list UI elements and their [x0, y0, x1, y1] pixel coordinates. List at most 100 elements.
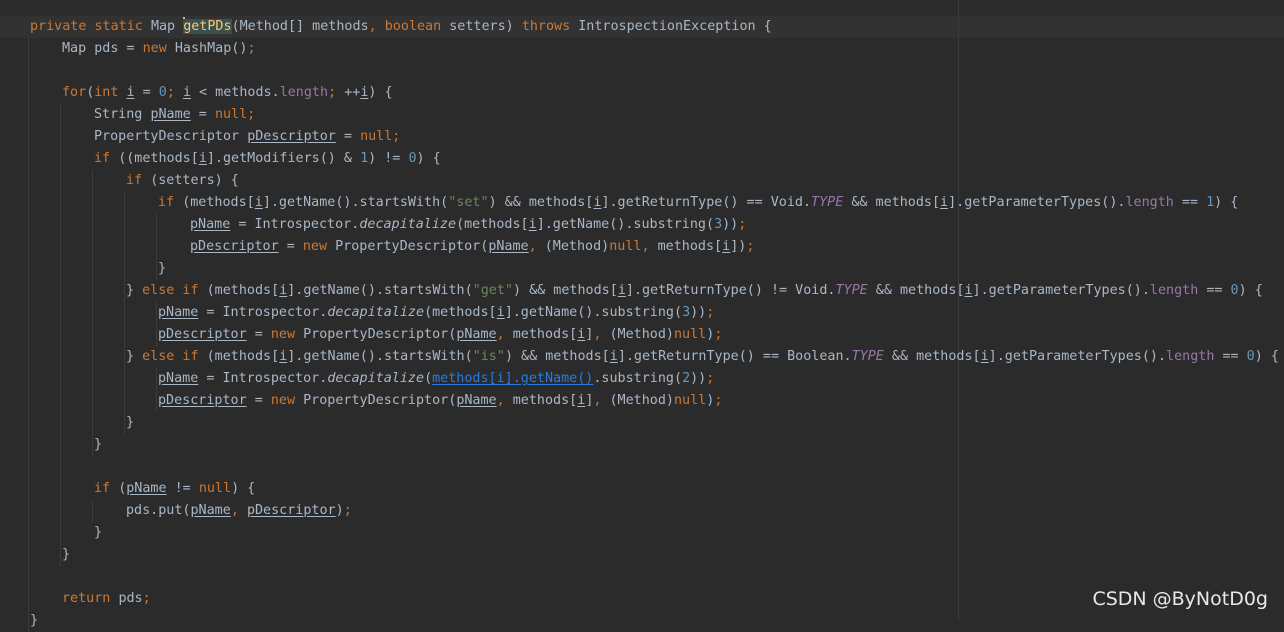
- code-token: ;: [706, 371, 715, 386]
- code-token: ) && methods[: [513, 283, 618, 298]
- code-token: < methods.: [191, 85, 280, 100]
- code-token: throws: [521, 19, 579, 34]
- code-token: "set": [448, 195, 489, 210]
- code-token: null;: [214, 107, 256, 122]
- code-token: =: [134, 85, 159, 100]
- code-token: i: [254, 195, 263, 210]
- code-token: }: [94, 437, 103, 452]
- code-token: , boolean: [368, 19, 450, 34]
- code-token: (methods[: [182, 195, 255, 210]
- code-token: (: [424, 371, 433, 386]
- code-line: for(int i = 0; i < methods.length; ++i) …: [62, 82, 393, 104]
- code-token: for: [62, 85, 87, 100]
- code-token: =: [335, 129, 361, 144]
- code-token: 3: [714, 217, 723, 232]
- code-line: }: [94, 434, 102, 456]
- code-token: ]): [730, 239, 747, 254]
- code-token: }: [30, 613, 39, 628]
- code-token: pName: [456, 327, 497, 342]
- code-token: setters): [449, 19, 522, 34]
- code-token: return: [62, 591, 119, 606]
- code-token: && methods[: [883, 349, 981, 364]
- code-line: pName = Introspector.decapitalize(method…: [190, 214, 746, 236]
- code-token: pDescriptor: [158, 327, 247, 342]
- code-line: if (pName != null) {: [94, 478, 255, 500]
- indent-guide: [92, 170, 93, 456]
- code-token: ,: [593, 327, 610, 342]
- code-token: null: [198, 481, 232, 496]
- code-token: decapitalize: [327, 305, 425, 320]
- indent-guide: [156, 214, 157, 280]
- code-token: }: [158, 261, 167, 276]
- code-token: ) && methods[: [504, 349, 610, 364]
- indent-guide: [28, 38, 29, 632]
- code-token: ) {: [1238, 283, 1263, 298]
- code-token: length: [1166, 349, 1215, 364]
- code-token: null: [674, 393, 707, 408]
- code-token: decapitalize: [327, 371, 425, 386]
- code-token: "get": [472, 283, 513, 298]
- code-token: ;: [328, 85, 345, 100]
- code-token: int: [94, 85, 127, 100]
- code-token: 3: [682, 305, 691, 320]
- code-token: null;: [360, 129, 401, 144]
- code-token: }: [94, 525, 103, 540]
- code-token: pDescriptor: [247, 129, 336, 144]
- code-token: ==: [1214, 349, 1247, 364]
- code-token: i: [528, 217, 537, 232]
- code-token: ) && methods[: [488, 195, 594, 210]
- code-token: ;: [714, 393, 723, 408]
- code-token: length: [1125, 195, 1174, 210]
- code-token: ) {: [1254, 349, 1279, 364]
- code-token: ;: [706, 305, 715, 320]
- code-token: Map pds =: [62, 41, 143, 56]
- code-token: if: [94, 481, 119, 496]
- code-line: } else if (methods[i].getName().startsWi…: [126, 346, 1279, 368]
- code-editor[interactable]: private static Map getPDs(Method[] metho…: [0, 0, 1284, 632]
- code-token: && methods[: [843, 195, 941, 210]
- code-token: pName: [126, 481, 167, 496]
- code-token: ;: [738, 217, 747, 232]
- code-token: ): [335, 503, 344, 518]
- code-token: ].getReturnType() == Boolean.: [617, 349, 852, 364]
- code-token: ,: [528, 239, 545, 254]
- code-token: ].getName().startsWith(: [287, 349, 473, 364]
- code-token: =: [246, 393, 271, 408]
- code-token: =: [278, 239, 303, 254]
- code-token: ) {: [368, 85, 393, 100]
- code-line: pDescriptor = new PropertyDescriptor(pNa…: [158, 324, 722, 346]
- code-token: 2: [682, 371, 691, 386]
- code-token: ) {: [231, 481, 256, 496]
- code-line: if (setters) {: [126, 170, 239, 192]
- code-token: TYPE: [811, 195, 844, 210]
- code-token: methods[: [512, 327, 578, 342]
- code-token: ) !=: [368, 151, 409, 166]
- code-token: }: [62, 547, 71, 562]
- code-token: (methods[: [206, 283, 280, 298]
- code-token: )): [690, 371, 707, 386]
- code-token: i: [609, 349, 618, 364]
- code-token: length: [1149, 283, 1199, 298]
- code-token: pName: [456, 393, 497, 408]
- code-token: 0: [158, 85, 167, 100]
- indent-guide: [92, 500, 93, 522]
- code-token: pDescriptor: [190, 239, 279, 254]
- code-token: pName: [158, 371, 199, 386]
- code-token: ,: [496, 327, 513, 342]
- code-token: (methods[: [424, 305, 497, 320]
- code-token: ==: [1198, 283, 1231, 298]
- code-token: = Introspector.: [198, 371, 328, 386]
- code-token: ;: [746, 239, 755, 254]
- code-line: return pds;: [62, 588, 151, 610]
- code-token: new: [270, 393, 304, 408]
- code-token: ].getName().substring(: [504, 305, 683, 320]
- code-token: getPDs: [183, 19, 232, 34]
- right-margin-guide: [958, 0, 959, 620]
- code-token: ) {: [416, 151, 441, 166]
- code-line: } else if (methods[i].getName().startsWi…: [126, 280, 1263, 302]
- code-token: pName: [488, 239, 529, 254]
- code-token: PropertyDescriptor(: [303, 393, 457, 408]
- code-token: !=: [166, 481, 199, 496]
- code-token: ;: [166, 85, 183, 100]
- code-token: pds.put(: [126, 503, 191, 518]
